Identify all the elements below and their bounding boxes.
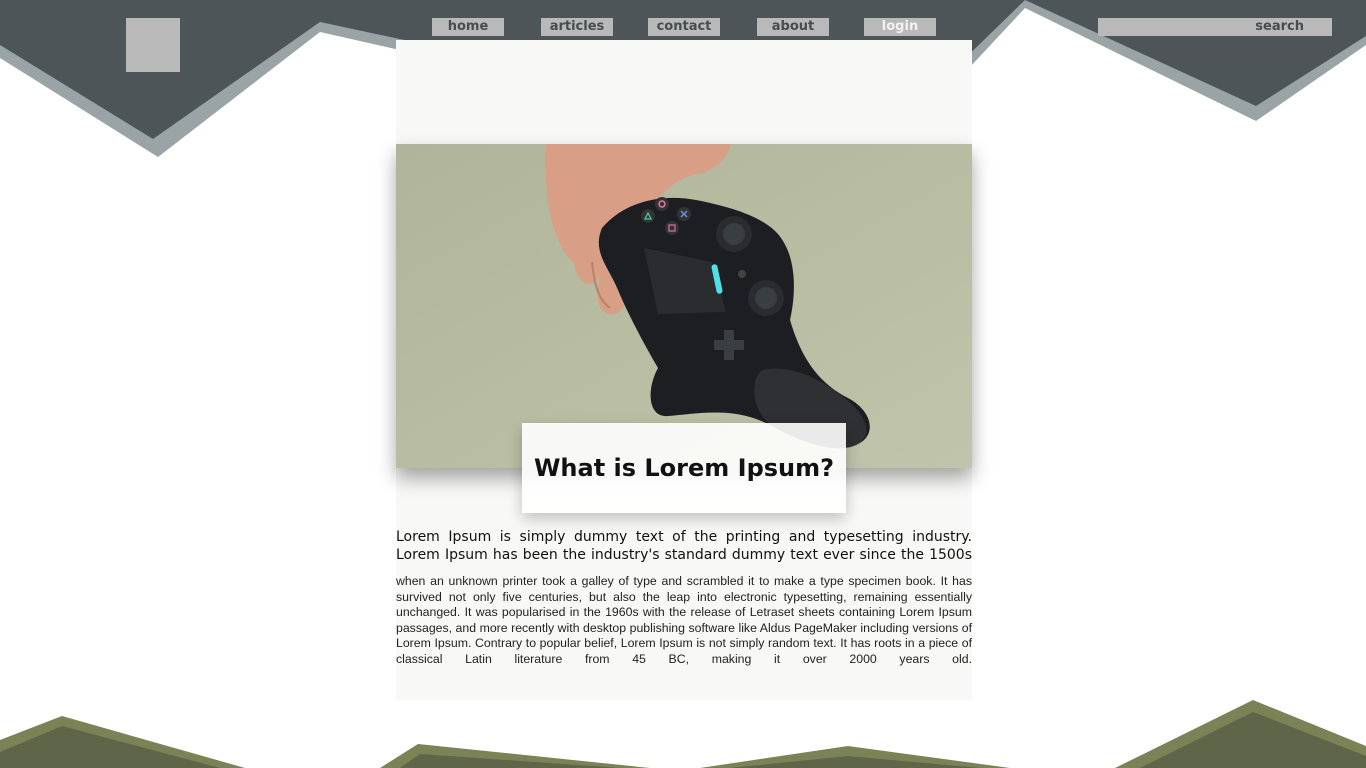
hero-image bbox=[396, 144, 972, 468]
nav-about-button[interactable]: about bbox=[757, 18, 829, 36]
article-title-box: What is Lorem Ipsum? bbox=[522, 423, 846, 513]
nav-login-button[interactable]: login bbox=[864, 18, 936, 36]
search-bar[interactable]: search bbox=[1098, 18, 1332, 36]
article-intro: Lorem Ipsum is simply dummy text of the … bbox=[396, 529, 972, 563]
nav-home-button[interactable]: home bbox=[432, 18, 504, 36]
footer-band bbox=[0, 700, 1366, 768]
search-button[interactable]: search bbox=[1255, 18, 1304, 36]
article-title: What is Lorem Ipsum? bbox=[533, 454, 835, 482]
article-body: when an unknown printer took a galley of… bbox=[396, 574, 972, 666]
search-input[interactable] bbox=[1098, 18, 1238, 36]
nav-contact-button[interactable]: contact bbox=[648, 18, 720, 36]
nav-articles-button[interactable]: articles bbox=[541, 18, 613, 36]
logo[interactable] bbox=[126, 18, 180, 72]
